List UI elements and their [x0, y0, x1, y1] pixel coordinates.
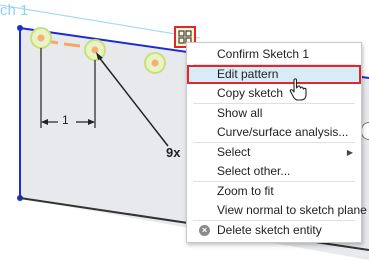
pattern-count-label[interactable]: 9x	[166, 145, 180, 160]
hand-pointer-icon	[289, 78, 307, 101]
menu-item-copy-sketch[interactable]: Copy sketch	[187, 84, 361, 103]
menu-item-select-other[interactable]: Select other...	[187, 162, 361, 181]
pattern-point[interactable]	[91, 46, 99, 54]
menu-item-label: Confirm Sketch 1	[217, 47, 310, 61]
menu-item-label: Select	[217, 145, 251, 159]
menu-item-show-all[interactable]: Show all	[187, 104, 361, 123]
side-panel-tab[interactable]	[361, 122, 369, 140]
pattern-point[interactable]	[37, 34, 45, 42]
menu-item-label: Show all	[217, 106, 263, 120]
menu-item-label: Zoom to fit	[217, 184, 274, 198]
menu-item-select[interactable]: Select ▶	[187, 143, 361, 162]
dimension-value[interactable]: 1	[62, 113, 69, 127]
menu-item-label: Select other...	[217, 164, 291, 178]
menu-item-label: Copy sketch	[217, 86, 284, 100]
close-circle-icon: ×	[199, 225, 210, 236]
menu-item-edit-pattern[interactable]: Edit pattern	[187, 65, 361, 84]
pattern-segment[interactable]	[63, 42, 81, 48]
sketch-name-label: ch 1	[0, 2, 29, 19]
menu-item-delete-entity[interactable]: × Delete sketch entity	[187, 221, 361, 240]
menu-item-label: Curve/surface analysis...	[217, 125, 349, 139]
pattern-point[interactable]	[151, 59, 159, 67]
menu-item-label: Delete sketch entity	[217, 223, 322, 237]
menu-item-view-normal[interactable]: View normal to sketch plane	[187, 201, 367, 220]
context-menu: Confirm Sketch 1 Edit pattern Copy sketc…	[186, 42, 367, 243]
menu-item-zoom-to-fit[interactable]: Zoom to fit	[187, 182, 361, 201]
menu-item-label: View normal to sketch plane	[217, 203, 367, 217]
menu-item-curve-analysis[interactable]: Curve/surface analysis...	[187, 123, 361, 142]
menu-item-label: Edit pattern	[217, 67, 279, 81]
menu-item-confirm-sketch[interactable]: Confirm Sketch 1	[187, 45, 361, 64]
chevron-right-icon: ▶	[346, 148, 353, 157]
